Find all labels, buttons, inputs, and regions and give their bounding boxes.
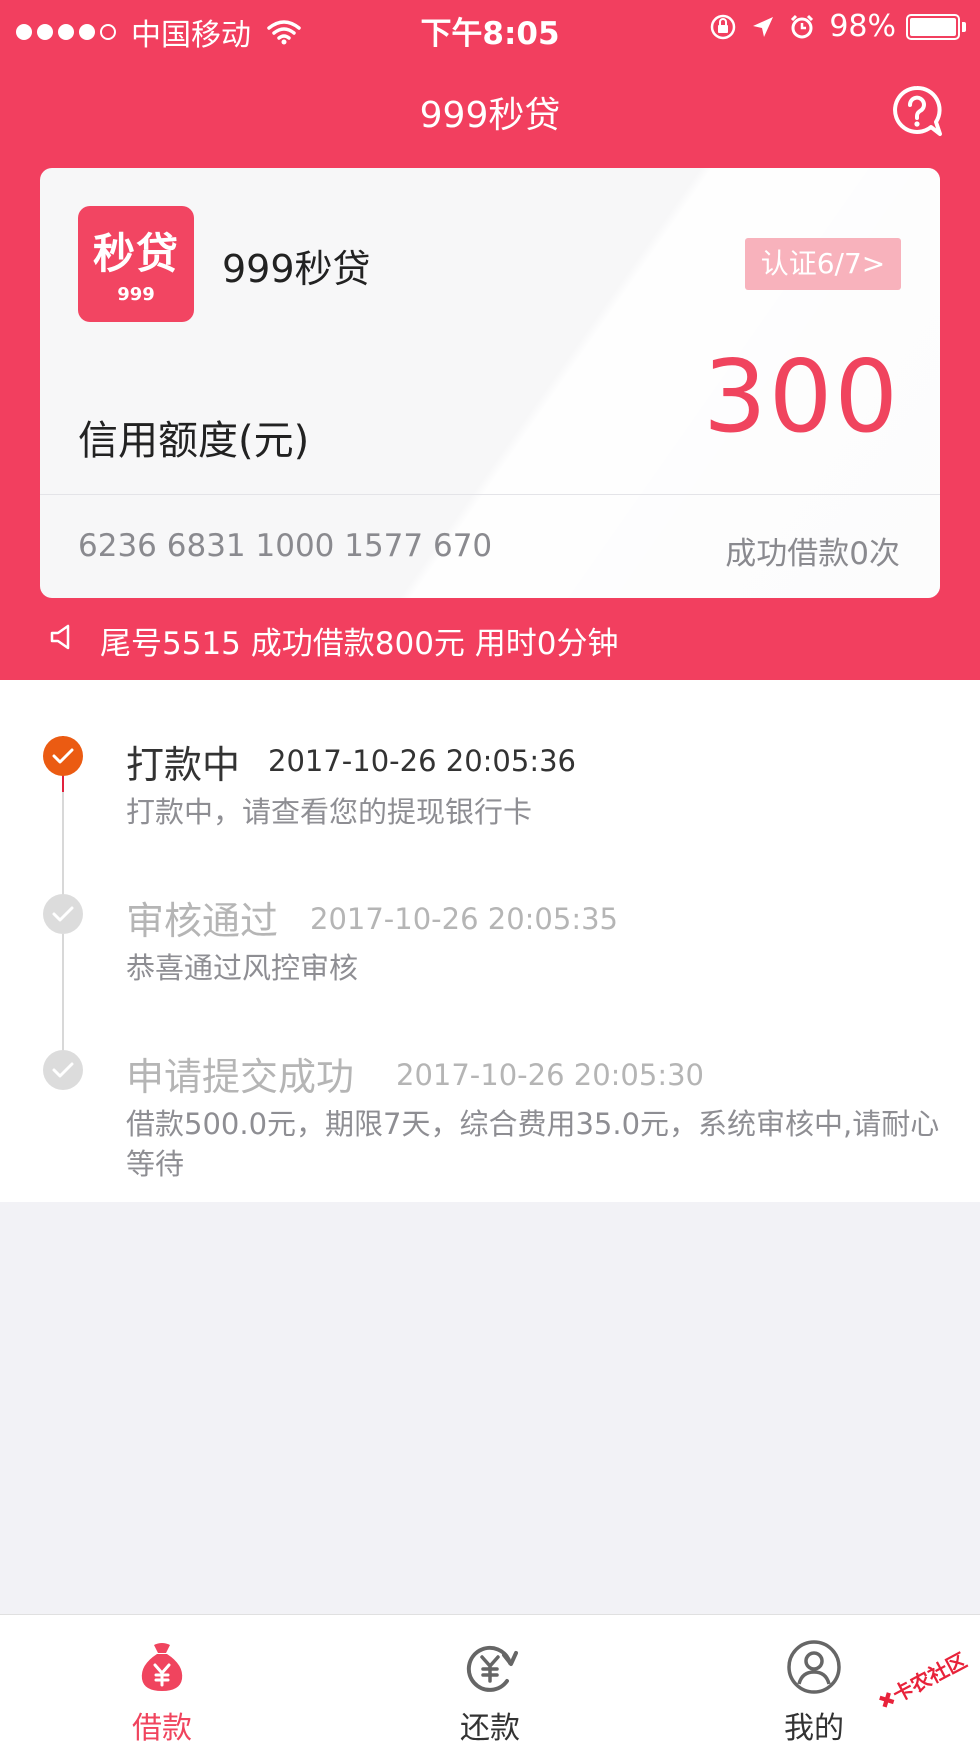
credit-limit-value: 300 bbox=[703, 338, 900, 455]
product-name: 999秒贷 bbox=[222, 247, 371, 291]
logo-sub-text: 999 bbox=[117, 284, 155, 305]
step-time: 2017-10-26 20:05:35 bbox=[310, 902, 618, 936]
orientation-lock-icon bbox=[711, 14, 736, 39]
credit-card-panel: 秒贷 999 999秒贷 认证6/7> 信用额度(元) 300 6236 683… bbox=[40, 168, 940, 598]
certification-button[interactable]: 认证6/7> bbox=[745, 238, 901, 290]
step-desc: 恭喜通过风控审核 bbox=[126, 951, 359, 985]
step-title: 申请提交成功 bbox=[126, 1055, 355, 1099]
speaker-icon bbox=[50, 624, 70, 650]
credit-limit-label: 信用额度(元) bbox=[78, 418, 310, 464]
check-circle-icon bbox=[43, 1050, 83, 1090]
notice-text: 尾号5515 成功借款800元 用时0分钟 bbox=[100, 626, 619, 662]
battery-body bbox=[906, 13, 960, 40]
question-bubble-icon[interactable] bbox=[890, 84, 944, 138]
success-loan-count: 成功借款0次 bbox=[725, 536, 900, 572]
app-logo: 秒贷 999 bbox=[78, 206, 194, 322]
page-title: 999秒贷 bbox=[419, 95, 561, 136]
nav-bar: 999秒贷 bbox=[0, 56, 980, 166]
alarm-clock-icon bbox=[791, 14, 814, 38]
step-desc: 打款中，请查看您的提现银行卡 bbox=[126, 795, 533, 829]
check-circle-icon bbox=[43, 894, 83, 934]
tab-label: 借款 bbox=[132, 1711, 192, 1744]
logo-main-text: 秒贷 bbox=[92, 229, 179, 278]
user-icon bbox=[787, 1640, 841, 1694]
check-mark-icon bbox=[52, 1062, 74, 1078]
battery-fill bbox=[910, 17, 956, 36]
loan-progress-timeline: 打款中 2017-10-26 20:05:36 打款中，请查看您的提现银行卡 审… bbox=[0, 680, 980, 1202]
bottom-tab-bar: 借款 还款 我的 bbox=[0, 1614, 980, 1744]
money-bag-icon bbox=[141, 1643, 183, 1691]
battery-icon bbox=[906, 13, 966, 40]
check-mark-icon bbox=[52, 906, 74, 922]
battery-tip bbox=[962, 21, 966, 32]
bank-card-number: 6236 6831 1000 1577 670 bbox=[78, 528, 493, 564]
step-title: 打款中 bbox=[126, 743, 241, 787]
tab-label: 还款 bbox=[460, 1711, 520, 1744]
timeline-connector bbox=[62, 934, 64, 1062]
status-bar: 中国移动 下午8:05 98% bbox=[0, 0, 980, 56]
check-circle-icon bbox=[43, 736, 83, 776]
notice-marquee: 尾号5515 成功借款800元 用时0分钟 bbox=[0, 610, 980, 670]
check-mark-icon bbox=[52, 748, 74, 764]
battery-percent: 98% bbox=[829, 9, 896, 44]
tab-mine[interactable]: 我的 bbox=[714, 1615, 914, 1744]
step-desc: 借款500.0元，期限7天，综合费用35.0元，系统审核中,请耐心等待 bbox=[126, 1107, 940, 1181]
tab-repay[interactable]: 还款 bbox=[390, 1615, 590, 1744]
timeline-connector bbox=[62, 792, 64, 902]
tab-borrow[interactable]: 借款 bbox=[62, 1615, 262, 1744]
yuan-refresh-icon bbox=[466, 1645, 518, 1692]
step-time: 2017-10-26 20:05:30 bbox=[396, 1058, 704, 1092]
location-arrow-icon bbox=[753, 16, 774, 37]
step-title: 审核通过 bbox=[126, 899, 279, 943]
card-divider bbox=[40, 494, 940, 495]
header-area: 中国移动 下午8:05 98% 999秒贷 秒贷 999 999秒贷 认证6/7… bbox=[0, 0, 980, 680]
status-right: 98% bbox=[695, 9, 966, 44]
step-time: 2017-10-26 20:05:36 bbox=[268, 744, 576, 778]
